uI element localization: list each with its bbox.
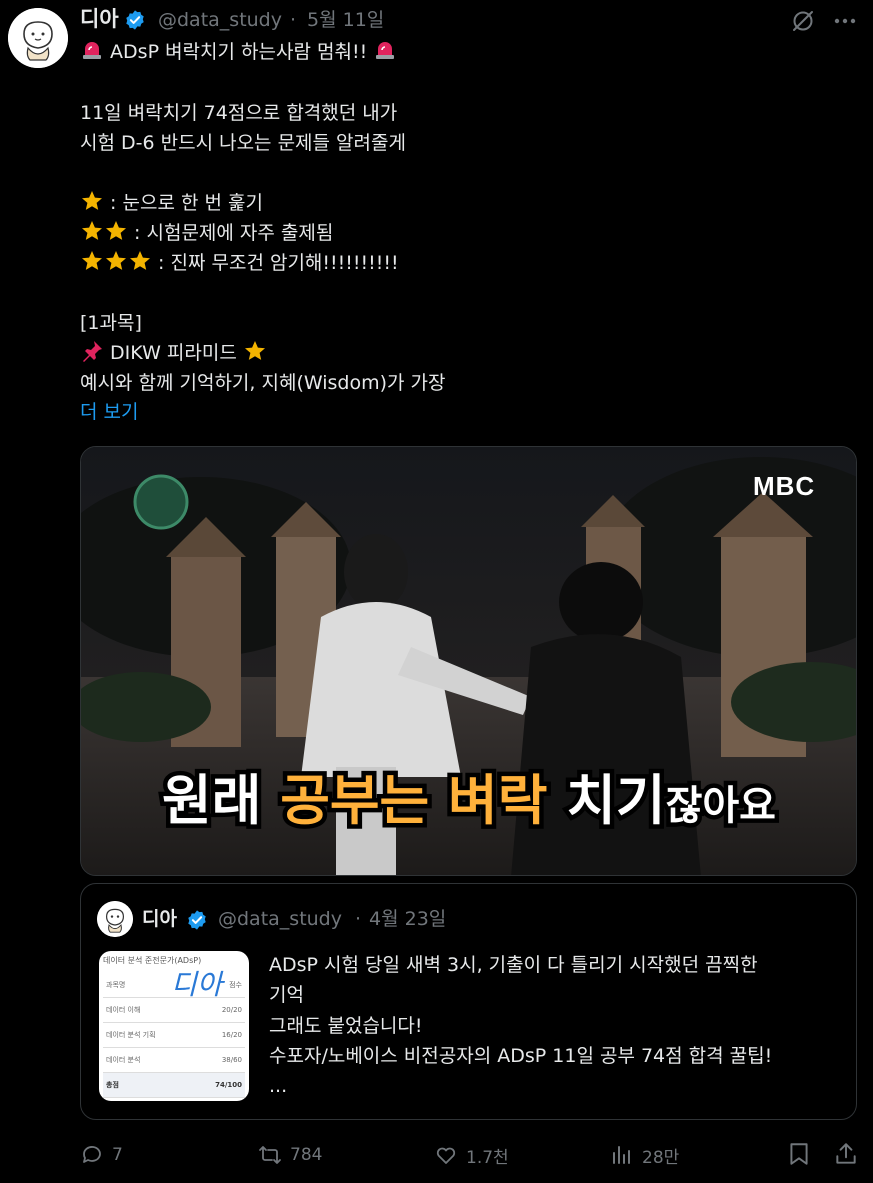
reply-count: 7: [112, 1145, 123, 1165]
retweet-button[interactable]: 784: [258, 1140, 322, 1170]
tweet-text-line: 예시와 함께 기억하기, 지혜(Wisdom)가 가장: [80, 372, 446, 394]
handwritten-name: 디아: [171, 968, 223, 1001]
author-handle[interactable]: @data_study: [158, 6, 282, 34]
star-icon: [130, 251, 150, 270]
topic-line: DIKW 피라미드: [80, 338, 267, 368]
star-icon: [106, 251, 126, 270]
quoted-text-line: 기억: [269, 984, 304, 1006]
section-heading: [1과목]: [80, 312, 142, 334]
legend-two-stars: : 시험문제에 자주 출제됨: [80, 218, 333, 248]
legend-one-star: : 눈으로 한 번 훑기: [80, 188, 263, 218]
tweet-date[interactable]: 5월 11일: [307, 6, 384, 34]
retweet-icon: [259, 1146, 281, 1164]
tweet-text-line: 11일 벼락치기 74점으로 합격했던 내가: [80, 102, 398, 124]
mbc-logo: MBC: [753, 471, 815, 501]
quoted-text-line: ...: [269, 1075, 288, 1097]
legend-three-stars: : 진짜 무조건 암기해!!!!!!!!!!: [80, 248, 399, 278]
views-button[interactable]: 28만: [610, 1140, 679, 1170]
tweet-text-line: 시험 D-6 반드시 나오는 문제들 알려줄게: [80, 132, 406, 154]
views-chart-icon: [613, 1146, 630, 1164]
share-icon[interactable]: [833, 1141, 859, 1167]
verified-badge-icon: [188, 910, 206, 930]
star-icon: [82, 251, 102, 270]
like-count: 1.7천: [466, 1147, 509, 1168]
like-button[interactable]: 1.7천: [434, 1140, 509, 1170]
meta-separator: ·: [355, 908, 362, 930]
pushpin-icon: [83, 341, 102, 362]
star-icon: [82, 191, 102, 210]
grok-icon[interactable]: [790, 8, 816, 34]
tweet-media-video[interactable]: MBC 원래 공부는 벼락 치기잖아요: [80, 446, 857, 876]
video-still: MBC 원래 공부는 벼락 치기잖아요: [81, 447, 856, 875]
show-more-link[interactable]: 더 보기: [80, 397, 138, 427]
author-avatar[interactable]: [8, 8, 68, 68]
reply-icon: [83, 1146, 101, 1163]
quoted-text-line: 그래도 붙었습니다!: [269, 1015, 423, 1037]
verified-badge-icon: [126, 10, 144, 30]
view-count: 28만: [642, 1147, 680, 1168]
star-icon: [106, 221, 126, 240]
quoted-author-avatar[interactable]: [97, 901, 133, 937]
reply-button[interactable]: 7: [80, 1140, 123, 1170]
quoted-text-line: 수포자/노베이스 비전공자의 ADsP 11일 공부 74점 합격 꿀팁!: [269, 1045, 773, 1067]
quoted-text-line: ADsP 시험 당일 새벽 3시, 기출이 다 틀리기 시작했던 끔찍한: [269, 954, 758, 976]
tweet-title: ADsP 벼락치기 하는사람 멈춰!!: [110, 41, 368, 63]
quoted-tweet-date[interactable]: 4월 23일: [369, 905, 446, 933]
meta-separator: ·: [290, 9, 297, 31]
quoted-author-handle[interactable]: @data_study: [218, 905, 342, 933]
siren-icon: [83, 42, 101, 59]
retweet-count: 784: [290, 1145, 323, 1165]
tweet-text-line-1: ADsP 벼락치기 하는사람 멈춰!!: [80, 37, 397, 67]
author-name[interactable]: 디아: [80, 5, 119, 33]
siren-icon: [376, 42, 395, 59]
star-icon: [82, 221, 102, 240]
quoted-tweet-thumbnail[interactable]: 데이터 분석 준전문가(ADsP) 과목명 점수 데이터 이해 20/20 데이터 …: [99, 951, 249, 1101]
heart-icon: [436, 1147, 456, 1164]
quoted-author-name[interactable]: 디아: [142, 905, 177, 933]
more-options-icon[interactable]: [832, 8, 858, 34]
bookmark-icon[interactable]: [786, 1141, 812, 1167]
star-icon: [244, 341, 265, 360]
